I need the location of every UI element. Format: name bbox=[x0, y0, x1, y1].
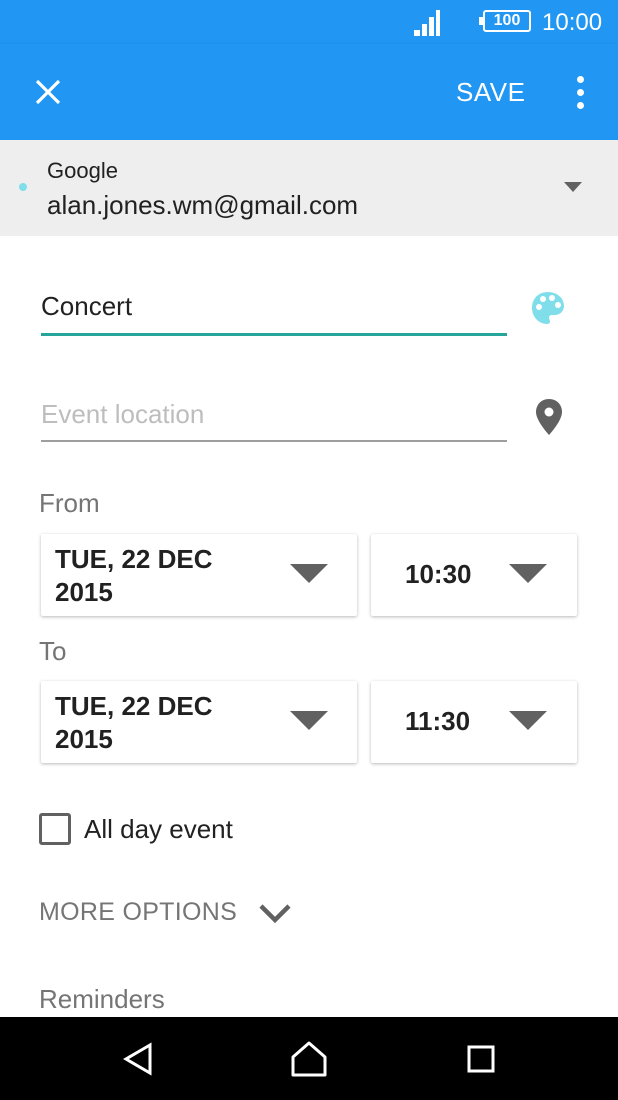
location-pin-icon[interactable] bbox=[534, 398, 564, 436]
status-bar: 100 10:00 bbox=[0, 0, 618, 44]
dropdown-arrow-icon bbox=[509, 711, 547, 730]
recents-icon[interactable] bbox=[459, 1037, 503, 1081]
calendar-color-dot bbox=[19, 183, 27, 191]
navigation-bar bbox=[0, 1017, 618, 1100]
home-icon[interactable] bbox=[287, 1037, 331, 1081]
from-time-picker[interactable]: 10:30 bbox=[371, 534, 577, 616]
account-email: alan.jones.wm@gmail.com bbox=[47, 190, 359, 220]
close-icon bbox=[35, 79, 61, 105]
more-vert-icon[interactable] bbox=[560, 68, 600, 116]
to-date-line1: TUE, 22 DEC bbox=[55, 691, 213, 721]
to-time-picker[interactable]: 11:30 bbox=[371, 681, 577, 763]
from-date-line2: 2015 bbox=[55, 577, 113, 607]
to-time: 11:30 bbox=[405, 706, 471, 736]
status-time: 10:00 bbox=[542, 9, 603, 36]
account-provider: Google bbox=[47, 158, 118, 183]
event-location-input[interactable]: Event location bbox=[41, 396, 507, 442]
dropdown-arrow-icon bbox=[509, 564, 547, 583]
more-options-button[interactable]: MORE OPTIONS bbox=[39, 898, 237, 927]
to-date-line2: 2015 bbox=[55, 724, 113, 754]
back-icon[interactable] bbox=[116, 1037, 160, 1081]
to-label: To bbox=[39, 636, 67, 666]
dropdown-arrow-icon bbox=[564, 182, 582, 192]
signal-icon bbox=[414, 10, 440, 36]
from-date-line1: TUE, 22 DEC bbox=[55, 544, 213, 574]
palette-icon[interactable] bbox=[530, 290, 566, 326]
from-label: From bbox=[39, 488, 100, 518]
from-date-picker[interactable]: TUE, 22 DEC 2015 bbox=[41, 534, 357, 616]
close-button[interactable] bbox=[24, 68, 72, 116]
app-toolbar: SAVE bbox=[0, 44, 618, 140]
reminders-label: Reminders bbox=[39, 984, 165, 1014]
dropdown-arrow-icon bbox=[290, 711, 328, 730]
chevron-down-icon[interactable] bbox=[258, 902, 292, 924]
all-day-checkbox[interactable] bbox=[39, 813, 71, 845]
calendar-account-selector[interactable]: Google alan.jones.wm@gmail.com bbox=[0, 140, 618, 236]
battery-icon: 100 bbox=[479, 10, 531, 32]
to-date-picker[interactable]: TUE, 22 DEC 2015 bbox=[41, 681, 357, 763]
event-title-input[interactable]: Concert bbox=[41, 288, 507, 336]
dropdown-arrow-icon bbox=[290, 564, 328, 583]
all-day-label[interactable]: All day event bbox=[84, 814, 233, 845]
from-time: 10:30 bbox=[405, 559, 472, 589]
save-button[interactable]: SAVE bbox=[444, 72, 537, 112]
